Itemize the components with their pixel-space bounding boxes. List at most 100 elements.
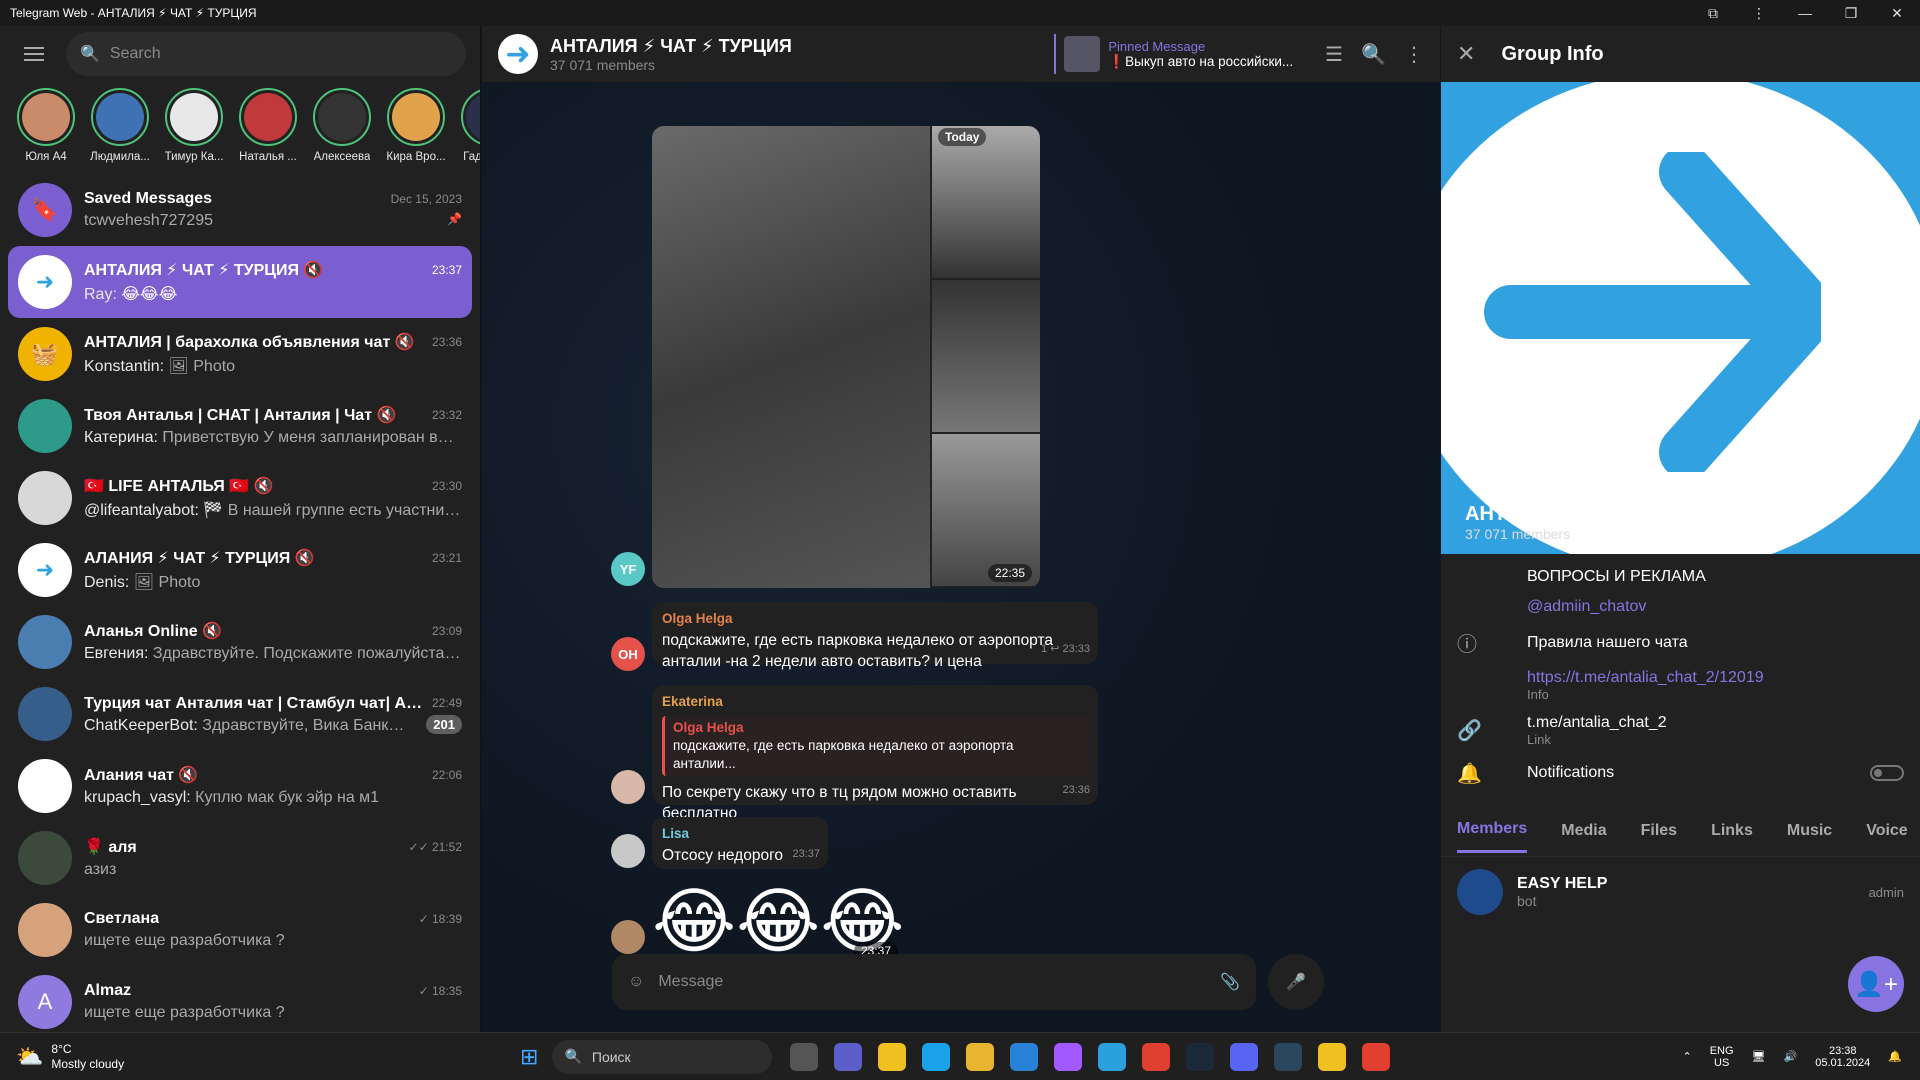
- chevron-up-icon[interactable]: ⌃: [1683, 1050, 1692, 1063]
- story-item[interactable]: Тимур Ка...: [164, 88, 224, 174]
- notifications-label: Notifications: [1527, 764, 1615, 781]
- story-item[interactable]: Алексеева: [312, 88, 372, 174]
- close-icon[interactable]: ✕: [1457, 41, 1475, 67]
- chat-name: 🌹 аля: [84, 839, 137, 856]
- message-input[interactable]: ☺ Message 📎: [612, 954, 1256, 1010]
- emoji-icon[interactable]: ☺: [628, 973, 644, 991]
- figma-icon[interactable]: [1054, 1042, 1083, 1071]
- photo-album[interactable]: Today 22:35: [652, 126, 1040, 588]
- windows-start-icon[interactable]: ⊞: [520, 1044, 538, 1070]
- clock[interactable]: 23:38 05.01.2024: [1815, 1045, 1870, 1069]
- chat-avatar[interactable]: ➜: [498, 34, 538, 74]
- album-photo-1[interactable]: [652, 126, 930, 588]
- volume-icon[interactable]: 🔊: [1784, 1050, 1798, 1063]
- member-row[interactable]: EASY HELP bot admin: [1441, 857, 1920, 927]
- app-icon[interactable]: [1318, 1042, 1347, 1071]
- tab-files[interactable]: Files: [1641, 822, 1677, 840]
- chat-item[interactable]: Алания чат 🔇 22:06 krupach_vasyl: Куплю ма…: [8, 750, 472, 822]
- avatar[interactable]: OH: [611, 637, 645, 671]
- more-icon[interactable]: ⋮: [1736, 0, 1782, 26]
- story-item[interactable]: Наталья ...: [238, 88, 298, 174]
- telegram-icon[interactable]: [1098, 1042, 1127, 1071]
- bell-icon: 🔔: [1457, 762, 1482, 785]
- chat-item[interactable]: Светлана ✓ 18:39 ищете еще разработчика ?: [8, 894, 472, 966]
- group-cover[interactable]: АНТАЛИЯ ⚡ ЧАТ ⚡ ТУРЦИЯ 37 071 members: [1441, 82, 1920, 554]
- explorer-icon[interactable]: [966, 1042, 995, 1071]
- weather-widget[interactable]: ⛅ 8°C Mostly cloudy: [0, 1042, 520, 1072]
- menu-icon[interactable]: [14, 34, 54, 74]
- admin-link[interactable]: @admiin_chatov: [1527, 598, 1646, 616]
- avatar[interactable]: [611, 920, 645, 954]
- preview-text: Куплю мак бук эйр на м1: [195, 789, 380, 806]
- chat-item[interactable]: 🌹 аля ✓✓ 21:52 азиз: [8, 822, 472, 894]
- chat-item[interactable]: Твоя Анталья | CHAT | Анталия | Чат 🔇 23:…: [8, 390, 472, 462]
- close-button[interactable]: ✕: [1874, 0, 1920, 26]
- avatar[interactable]: [611, 770, 645, 804]
- taskbar-search[interactable]: 🔍 Поиск: [552, 1039, 773, 1074]
- microphone-icon[interactable]: 🎤: [1268, 954, 1324, 1010]
- chat-item[interactable]: Турция чат Анталия чат | Стамбул чат| А.…: [8, 678, 472, 750]
- story-item[interactable]: Кира Вро...: [386, 88, 446, 174]
- chat-item[interactable]: A Almaz ✓ 18:35 ищете еще разработчика ?: [8, 966, 472, 1038]
- attach-icon[interactable]: 📎: [1220, 972, 1240, 992]
- chat-name: АНТАЛИЯ ⚡ ЧАТ ⚡ ТУРЦИЯ 🔇: [84, 262, 324, 279]
- story-item[interactable]: Гадалоч...: [460, 88, 480, 174]
- notifications-row[interactable]: 🔔 Notifications: [1441, 753, 1920, 793]
- album-photo-2[interactable]: [932, 126, 1040, 278]
- pinned-list-icon[interactable]: ☰: [1325, 42, 1343, 67]
- chrome-icon[interactable]: [1142, 1042, 1171, 1071]
- avatar[interactable]: [611, 834, 645, 868]
- tab-links[interactable]: Links: [1711, 822, 1753, 840]
- language-indicator[interactable]: ENG US: [1710, 1045, 1734, 1069]
- avatar[interactable]: YF: [611, 552, 645, 586]
- info-row[interactable]: https://t.me/antalia_chat_2/12019 Info: [1441, 663, 1920, 708]
- search-input[interactable]: 🔍 Search: [66, 32, 466, 76]
- task-view-icon[interactable]: [790, 1042, 819, 1071]
- chat-time: ✓ 18:39: [418, 912, 462, 926]
- pinned-message[interactable]: Pinned Message ❗Выкуп авто на российски.…: [1054, 34, 1293, 74]
- chat-avatar: ➜: [18, 543, 72, 597]
- message-bubble[interactable]: Ekaterina Olga Helga подскажите, где ест…: [652, 685, 1098, 822]
- reply-quote[interactable]: Olga Helga подскажите, где есть парковка…: [662, 716, 1088, 776]
- mail-icon[interactable]: [1010, 1042, 1039, 1071]
- extensions-icon[interactable]: ⧉: [1690, 0, 1736, 26]
- message-bubble[interactable]: Olga Helga подскажите, где есть парковка…: [652, 602, 1098, 670]
- chat-item[interactable]: 🔖 Saved Messages Dec 15, 2023 tcwvehesh7272…: [8, 174, 472, 246]
- tab-voice[interactable]: Voice: [1866, 822, 1908, 840]
- more-icon[interactable]: ⋮: [1404, 42, 1424, 67]
- chrome-icon[interactable]: [1362, 1042, 1391, 1071]
- chat-item[interactable]: 🇹🇷 LIFE АНТАЛЬЯ 🇹🇷 🔇 23:30 @lifeantalyabot…: [8, 462, 472, 534]
- date-tag: Today: [938, 128, 987, 146]
- network-icon[interactable]: 🖥: [1752, 1050, 1766, 1063]
- story-item[interactable]: Людмила...: [90, 88, 150, 174]
- chat-preview: ChatKeeperBot: Здравствуйте, Вика Банкир…: [84, 717, 412, 735]
- add-member-button[interactable]: 👤+: [1848, 956, 1904, 1012]
- story-item[interactable]: Юля А4: [16, 88, 76, 174]
- chat-item[interactable]: Аланья Online 🔇 23:09 Евгения: Здравствуйт…: [8, 606, 472, 678]
- tab-members[interactable]: Members: [1457, 808, 1528, 853]
- message-bubble[interactable]: Lisa Отсосу недорого 23:37: [652, 817, 828, 869]
- chat-item[interactable]: ➜ АЛАНИЯ ⚡ ЧАТ ⚡ ТУРЦИЯ 🔇 23:21 Denis: 🖼 Ph…: [8, 534, 472, 606]
- group-info-panel: ✕ Group Info АНТАЛИЯ ⚡ ЧАТ ⚡ ТУРЦИЯ 37 0…: [1441, 26, 1920, 1032]
- album-photo-3[interactable]: [932, 280, 1040, 432]
- tab-media[interactable]: Media: [1561, 822, 1606, 840]
- maximize-button[interactable]: ❐: [1828, 0, 1874, 26]
- search-icon[interactable]: 🔍: [1361, 42, 1386, 67]
- teams-icon[interactable]: [834, 1042, 863, 1071]
- info-link[interactable]: https://t.me/antalia_chat_2/12019: [1527, 669, 1764, 687]
- notifications-toggle[interactable]: [1870, 765, 1904, 781]
- app-icon[interactable]: [878, 1042, 907, 1071]
- preview-text: 🖼 Photo: [133, 574, 201, 591]
- minimize-button[interactable]: —: [1782, 0, 1828, 26]
- chat-title-block[interactable]: АНТАЛИЯ ⚡ ЧАТ ⚡ ТУРЦИЯ 37 071 members: [550, 36, 792, 73]
- chat-item[interactable]: 🧺 АНТАЛИЯ | барахолка объявления чат 🔇 23:…: [8, 318, 472, 390]
- chat-item[interactable]: ➜ АНТАЛИЯ ⚡ ЧАТ ⚡ ТУРЦИЯ 🔇 23:37 Ray: 😂😂😂: [8, 246, 472, 318]
- tab-music[interactable]: Music: [1787, 822, 1832, 840]
- steam-icon[interactable]: [1186, 1042, 1215, 1071]
- chat-name: 🇹🇷 LIFE АНТАЛЬЯ 🇹🇷 🔇: [84, 478, 274, 495]
- discord-icon[interactable]: [1230, 1042, 1259, 1071]
- notification-bell-icon[interactable]: 🔔: [1888, 1050, 1902, 1063]
- link-row[interactable]: 🔗 t.me/antalia_chat_2 Link: [1441, 708, 1920, 753]
- edge-icon[interactable]: [922, 1042, 951, 1071]
- steam-icon[interactable]: [1274, 1042, 1303, 1071]
